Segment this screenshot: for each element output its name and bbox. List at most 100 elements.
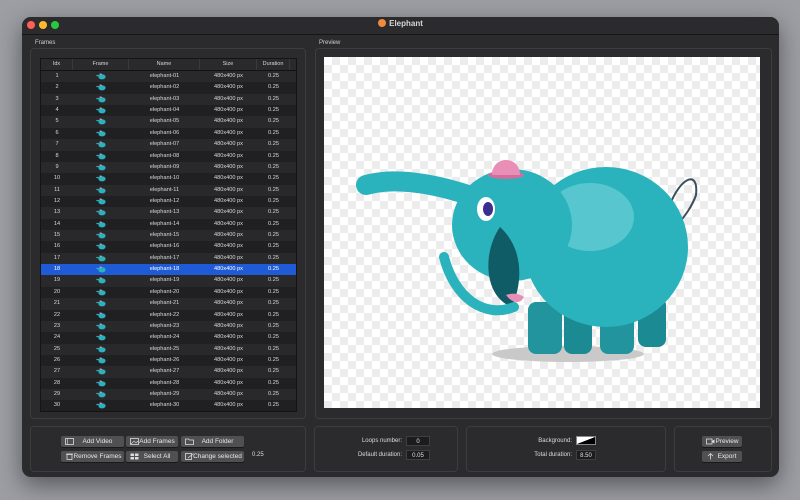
table-row[interactable]: 11 elephant-11 480x400 px 0.25 — [41, 184, 296, 196]
add-video-button[interactable]: Add Video — [61, 436, 124, 447]
frames-group-label: Frames — [35, 40, 56, 46]
table-row[interactable]: 25 elephant-25 480x400 px 0.25 — [41, 343, 296, 355]
folder-icon — [185, 438, 194, 445]
column-header-idx[interactable]: Idx — [41, 59, 73, 70]
elephant-thumbnail-icon — [96, 141, 106, 148]
row-frame-thumbnail — [73, 378, 129, 389]
row-name: elephant-01 — [149, 73, 180, 79]
row-size: 480x400 px — [214, 391, 243, 398]
row-name: elephant-16 — [149, 243, 180, 250]
row-size: 480x400 px — [214, 84, 243, 91]
elephant-illustration — [356, 160, 698, 362]
row-idx: 16 — [53, 243, 61, 250]
row-frame-thumbnail — [73, 400, 129, 411]
row-idx: 11 — [54, 186, 60, 193]
row-name: elephant-14 — [149, 220, 180, 227]
elephant-thumbnail-icon — [96, 232, 106, 239]
table-row[interactable]: 30 elephant-30 480x400 px 0.25 — [41, 400, 296, 411]
row-idx: 17 — [53, 254, 61, 261]
column-header-size[interactable]: Size — [200, 59, 257, 70]
table-row[interactable]: 15 elephant-15 480x400 px 0.25 — [41, 230, 296, 242]
loops-number-field[interactable]: 0 — [406, 436, 430, 446]
row-name: elephant-30 — [149, 402, 180, 409]
select-all-button[interactable]: Select All — [126, 451, 178, 462]
table-row[interactable]: 13 elephant-13 480x400 px 0.25 — [41, 207, 296, 219]
row-size: 480x400 px — [214, 402, 243, 409]
table-row[interactable]: 12 elephant-12 480x400 px 0.25 — [41, 195, 296, 208]
table-row[interactable]: 18 elephant-18 480x400 px 0.25 — [41, 264, 296, 276]
row-name: elephant-22 — [149, 311, 180, 318]
column-header-duration[interactable]: Duration — [257, 59, 290, 70]
row-name: elephant-26 — [149, 356, 180, 363]
elephant-thumbnail-icon — [96, 312, 106, 318]
table-row[interactable]: 27 elephant-27 480x400 px 0.25 — [41, 366, 296, 378]
add-frames-button[interactable]: Add Frames — [126, 436, 178, 447]
table-row[interactable]: 4 elephant-04 480x400 px 0.25 — [41, 105, 296, 117]
row-duration: 0.25 — [268, 266, 279, 273]
default-duration-field[interactable]: 0.05 — [406, 450, 430, 460]
table-row[interactable]: 10 elephant-10 480x400 px 0.25 — [41, 173, 296, 185]
background-color-swatch[interactable] — [576, 436, 596, 445]
add-folder-button[interactable]: Add Folder — [181, 436, 244, 447]
elephant-thumbnail-icon — [96, 198, 106, 205]
row-size: 480x400 px — [214, 73, 243, 79]
row-size: 480x400 px — [214, 163, 243, 170]
elephant-thumbnail-icon — [96, 221, 106, 228]
row-size: 480x400 px — [214, 175, 243, 182]
table-row[interactable]: 24 elephant-24 480x400 px 0.25 — [41, 332, 296, 344]
row-size: 480x400 px — [214, 232, 243, 239]
table-row[interactable]: 21 elephant-21 480x400 px 0.25 — [41, 298, 296, 310]
frames-table[interactable]: Idx Frame Name Size Duration 1 elephant-0… — [40, 58, 297, 412]
row-frame-thumbnail — [73, 139, 129, 150]
table-row[interactable]: 17 elephant-17 480x400 px 0.25 — [41, 252, 296, 265]
add-folder-label: Add Folder — [201, 438, 234, 445]
table-row[interactable]: 6 elephant-06 480x400 px 0.25 — [41, 127, 296, 140]
table-row[interactable]: 9 elephant-09 480x400 px 0.25 — [41, 161, 296, 174]
row-idx: 20 — [53, 288, 61, 295]
row-frame-thumbnail — [73, 241, 129, 252]
table-row[interactable]: 1 elephant-01 480x400 px 0.25 — [41, 71, 296, 83]
table-row[interactable]: 8 elephant-08 480x400 px 0.25 — [41, 150, 296, 162]
table-row[interactable]: 19 elephant-19 480x400 px 0.25 — [41, 275, 296, 287]
row-name: elephant-21 — [149, 300, 180, 307]
preview-button[interactable]: Preview — [702, 436, 742, 447]
row-idx: 15 — [53, 232, 61, 239]
table-row[interactable]: 5 elephant-05 480x400 px 0.25 — [41, 116, 296, 128]
change-duration-value[interactable]: 0.25 — [252, 452, 264, 458]
row-idx: 21 — [53, 300, 61, 307]
table-row[interactable]: 23 elephant-23 480x400 px 0.25 — [41, 320, 296, 333]
row-idx: 7 — [55, 141, 59, 148]
remove-frames-button[interactable]: Remove Frames — [61, 451, 124, 462]
column-header-name[interactable]: Name — [129, 59, 200, 70]
row-size: 480x400 px — [214, 345, 243, 352]
table-row[interactable]: 3 elephant-03 480x400 px 0.25 — [41, 93, 296, 106]
background-label: Background: — [538, 438, 572, 444]
elephant-thumbnail-icon — [96, 266, 106, 273]
row-frame-thumbnail — [73, 366, 129, 377]
column-header-frame[interactable]: Frame — [73, 59, 129, 70]
row-frame-thumbnail — [73, 287, 129, 298]
table-row[interactable]: 7 elephant-07 480x400 px 0.25 — [41, 139, 296, 151]
row-frame-thumbnail — [73, 94, 129, 105]
table-row[interactable]: 20 elephant-20 480x400 px 0.25 — [41, 286, 296, 299]
row-frame-thumbnail — [73, 344, 129, 355]
export-button[interactable]: Export — [702, 451, 742, 462]
row-name: elephant-27 — [149, 368, 180, 375]
table-row[interactable]: 14 elephant-14 480x400 px 0.25 — [41, 218, 296, 231]
row-name: elephant-02 — [149, 84, 180, 91]
change-selected-button[interactable]: Change selected — [181, 451, 244, 462]
row-frame-thumbnail — [73, 207, 129, 218]
row-idx: 8 — [55, 152, 59, 159]
table-row[interactable]: 16 elephant-16 480x400 px 0.25 — [41, 241, 296, 253]
elephant-trunk — [356, 171, 484, 207]
row-size: 480x400 px — [214, 209, 243, 216]
table-row[interactable]: 29 elephant-29 480x400 px 0.25 — [41, 389, 296, 401]
table-row[interactable]: 2 elephant-02 480x400 px 0.25 — [41, 82, 296, 94]
table-row[interactable]: 22 elephant-22 480x400 px 0.25 — [41, 309, 296, 321]
row-idx: 13 — [53, 209, 61, 216]
table-row[interactable]: 28 elephant-28 480x400 px 0.25 — [41, 377, 296, 390]
row-idx: 3 — [55, 95, 59, 102]
row-idx: 14 — [53, 220, 61, 227]
table-row[interactable]: 26 elephant-26 480x400 px 0.25 — [41, 354, 296, 367]
row-name: elephant-28 — [149, 379, 180, 386]
